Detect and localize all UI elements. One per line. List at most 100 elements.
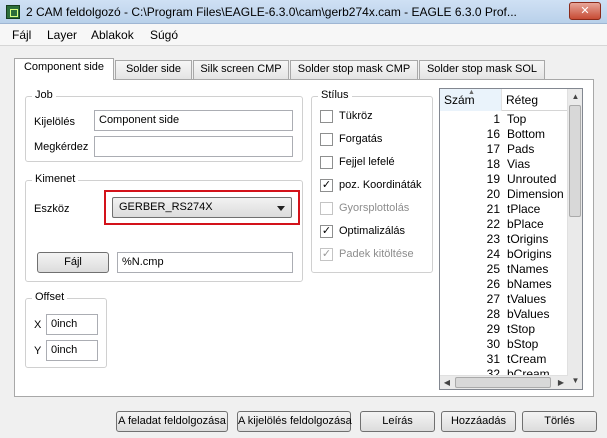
- checkbox-checked-icon: ✓: [320, 248, 333, 261]
- tab-solder-side[interactable]: Solder side: [115, 60, 192, 79]
- style-option-label: Tükröz: [339, 110, 373, 122]
- layer-number: 25: [486, 262, 500, 276]
- device-label: Eszköz: [34, 203, 70, 215]
- layer-name: tNames: [507, 262, 549, 276]
- style-group: Stílus Tükröz Forgatás Fejjel lefelé ✓ poz. …: [311, 89, 433, 273]
- app-icon: [6, 5, 20, 19]
- close-button[interactable]: ✕: [569, 2, 601, 20]
- chevron-down-icon: [277, 206, 285, 211]
- checkbox-checked-icon[interactable]: ✓: [320, 225, 333, 238]
- column-header-number[interactable]: ▲ Szám: [440, 89, 502, 111]
- layer-name: tCream: [507, 352, 547, 366]
- layer-name: Bottom: [507, 127, 546, 141]
- tab-panel: Job Kijelölés Component side Megkérdez K…: [14, 79, 594, 397]
- job-prompt-input[interactable]: [94, 136, 293, 157]
- layer-row[interactable]: 24 bOrigins: [440, 247, 568, 262]
- checkbox-checked-icon[interactable]: ✓: [320, 179, 333, 192]
- tab-solder-stop-mask-cmp[interactable]: Solder stop mask CMP: [290, 60, 418, 79]
- layer-number: 31: [486, 352, 500, 366]
- window-title: 2 CAM feldolgozó - C:\Program Files\EAGL…: [26, 5, 517, 19]
- layer-row[interactable]: 21 tPlace: [440, 202, 568, 217]
- delete-button[interactable]: Törlés: [522, 411, 597, 432]
- style-option-label: poz. Koordináták: [339, 179, 422, 191]
- device-select-value: GERBER_RS274X: [119, 201, 213, 213]
- layer-list-horizontal-scrollbar[interactable]: ◀ ▶: [440, 375, 568, 389]
- layer-number: 17: [486, 142, 500, 156]
- checkbox-icon[interactable]: [320, 156, 333, 169]
- add-button[interactable]: Hozzáadás: [441, 411, 516, 432]
- scroll-right-icon[interactable]: ▶: [554, 376, 568, 389]
- menu-file[interactable]: Fájl: [12, 28, 31, 42]
- scroll-left-icon[interactable]: ◀: [440, 376, 454, 389]
- style-option-label: Padek kitöltése: [339, 248, 414, 260]
- layer-number: 24: [486, 247, 500, 261]
- tab-component-side[interactable]: Component side: [14, 58, 114, 80]
- layer-name: tStop: [507, 322, 536, 336]
- scroll-thumb[interactable]: [569, 105, 581, 217]
- job-prompt-label: Megkérdez: [34, 141, 89, 153]
- layer-rows: 1 Top 16 Bottom 17 Pads 18 Vias 19 Unrouted 20 Dime…: [440, 112, 568, 382]
- layer-name: tValues: [507, 292, 547, 306]
- process-job-button[interactable]: A feladat feldolgozása: [116, 411, 228, 432]
- style-option-label: Forgatás: [339, 133, 383, 145]
- layer-list-vertical-scrollbar[interactable]: ▲ ▼: [567, 89, 582, 389]
- layer-row[interactable]: 17 Pads: [440, 142, 568, 157]
- offset-y-label: Y: [34, 345, 42, 357]
- tab-solder-stop-mask-sol[interactable]: Solder stop mask SOL: [419, 60, 545, 79]
- style-option-label: Fejjel lefelé: [339, 156, 395, 168]
- layer-number: 22: [486, 217, 500, 231]
- layer-list[interactable]: ▲ Szám Réteg 1 Top 16 Bottom 17 Pads 18 Vias 19 U…: [439, 88, 583, 390]
- process-section-button[interactable]: A kijelölés feldolgozása: [237, 411, 352, 432]
- style-option-label: Optimalizálás: [339, 225, 406, 237]
- layer-name: bPlace: [507, 217, 544, 231]
- layer-name: Vias: [507, 157, 531, 171]
- layer-number: 26: [486, 277, 500, 291]
- menu-windows[interactable]: Ablakok: [91, 28, 134, 42]
- layer-row[interactable]: 26 bNames: [440, 277, 568, 292]
- layer-row[interactable]: 25 tNames: [440, 262, 568, 277]
- layer-row[interactable]: 1 Top: [440, 112, 568, 127]
- layer-name: Pads: [507, 142, 535, 156]
- checkbox-icon[interactable]: [320, 110, 333, 123]
- style-option-label: Gyorsplottolás: [339, 202, 410, 214]
- horizontal-scroll-thumb[interactable]: [455, 377, 551, 388]
- layer-name: bNames: [507, 277, 552, 291]
- job-group-title: Job: [32, 89, 56, 101]
- device-select[interactable]: GERBER_RS274X: [112, 197, 292, 218]
- layer-row[interactable]: 23 tOrigins: [440, 232, 568, 247]
- scroll-up-icon[interactable]: ▲: [568, 89, 582, 105]
- file-button[interactable]: Fájl: [37, 252, 109, 273]
- description-button[interactable]: Leírás: [360, 411, 435, 432]
- menu-help[interactable]: Súgó: [150, 28, 178, 42]
- layer-name: bValues: [507, 307, 550, 321]
- layer-row[interactable]: 27 tValues: [440, 292, 568, 307]
- layer-number: 18: [486, 157, 500, 171]
- layer-number: 23: [486, 232, 500, 246]
- layer-number: 21: [486, 202, 500, 216]
- layer-row[interactable]: 16 Bottom: [440, 127, 568, 142]
- offset-y-input[interactable]: 0inch: [46, 340, 98, 361]
- layer-row[interactable]: 29 tStop: [440, 322, 568, 337]
- layer-row[interactable]: 28 bValues: [440, 307, 568, 322]
- menu-layer[interactable]: Layer: [47, 28, 77, 42]
- layer-row[interactable]: 18 Vias: [440, 157, 568, 172]
- layer-row[interactable]: 31 tCream: [440, 352, 568, 367]
- layer-row[interactable]: 22 bPlace: [440, 217, 568, 232]
- offset-x-label: X: [34, 319, 42, 331]
- file-input[interactable]: %N.cmp: [117, 252, 293, 273]
- job-group: Job Kijelölés Component side Megkérdez: [25, 89, 303, 162]
- layer-name: Top: [507, 112, 527, 126]
- layer-list-header: ▲ Szám Réteg: [440, 89, 568, 111]
- tab-silk-screen-cmp[interactable]: Silk screen CMP: [193, 60, 289, 79]
- menu-bar: Fájl Layer Ablakok Súgó: [0, 24, 607, 46]
- layer-row[interactable]: 20 Dimension: [440, 187, 568, 202]
- layer-row[interactable]: 19 Unrouted: [440, 172, 568, 187]
- checkbox-icon[interactable]: [320, 133, 333, 146]
- column-header-layer[interactable]: Réteg: [502, 89, 568, 111]
- scroll-down-icon[interactable]: ▼: [568, 373, 582, 389]
- job-name-input[interactable]: Component side: [94, 110, 293, 131]
- layer-row[interactable]: 30 bStop: [440, 337, 568, 352]
- layer-name: tPlace: [507, 202, 541, 216]
- offset-group-title: Offset: [32, 291, 68, 303]
- offset-x-input[interactable]: 0inch: [46, 314, 98, 335]
